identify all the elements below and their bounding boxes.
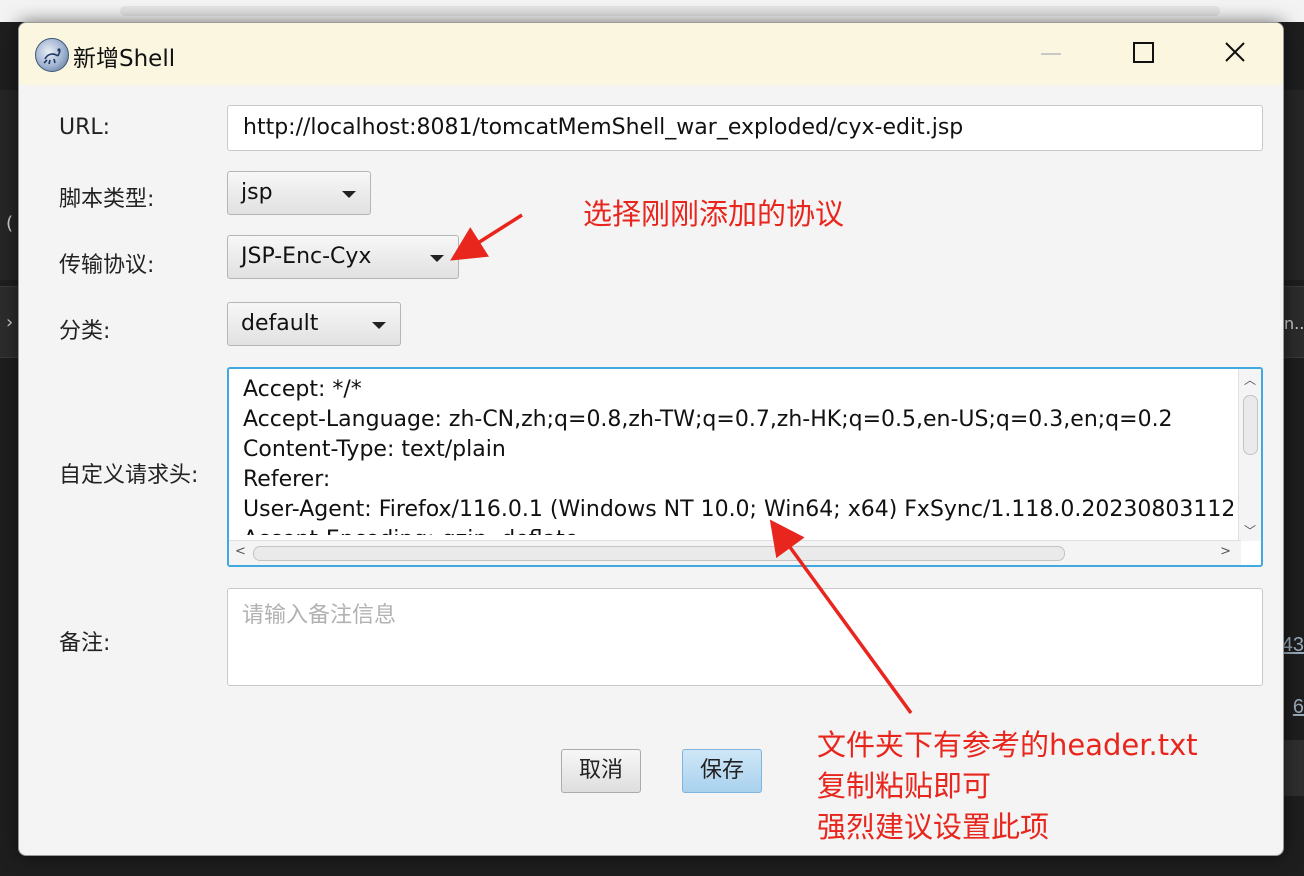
- horizontal-scrollbar[interactable]: < >: [229, 540, 1241, 565]
- header-line: Content-Type: text/plain: [243, 437, 506, 462]
- chevron-down-icon: [342, 191, 356, 198]
- chevron-down-icon: [372, 322, 386, 329]
- title-bar[interactable]: 新增Shell: [19, 23, 1283, 85]
- remark-textarea[interactable]: 请输入备注信息: [227, 588, 1263, 686]
- header-annotation-line: 强烈建议设置此项: [817, 810, 1050, 844]
- scroll-left-icon[interactable]: <: [235, 544, 246, 559]
- url-label: URL:: [59, 115, 111, 140]
- scroll-up-icon[interactable]: ︿: [1244, 371, 1256, 388]
- script-type-label: 脚本类型:: [59, 187, 155, 212]
- vertical-scrollbar[interactable]: ︿ ﹀: [1238, 369, 1261, 541]
- save-button[interactable]: 保存: [682, 749, 762, 793]
- header-annotation: 文件夹下有参考的header.txt 复制粘贴即可 强烈建议设置此项: [817, 725, 1198, 848]
- protocol-annotation: 选择刚刚添加的协议: [583, 197, 845, 231]
- minimize-button[interactable]: [1021, 23, 1081, 85]
- background-ellipsis-text: n...: [1284, 314, 1304, 333]
- script-type-value: jsp: [241, 180, 273, 205]
- header-line: Accept-Encoding: gzip, deflate: [243, 525, 1233, 535]
- remark-placeholder: 请输入备注信息: [242, 603, 397, 628]
- custom-headers-textarea[interactable]: Accept: */* Accept-Language: zh-CN,zh;q=…: [227, 367, 1263, 567]
- background-number-1: 43: [1281, 634, 1304, 656]
- headers-label: 自定义请求头:: [59, 463, 199, 488]
- close-icon: [1225, 42, 1245, 62]
- background-app-bar: [0, 0, 1304, 22]
- remark-label: 备注:: [59, 631, 111, 656]
- header-line: Accept: */*: [243, 377, 362, 402]
- header-annotation-line: 文件夹下有参考的header.txt: [817, 728, 1198, 762]
- dialog-title: 新增Shell: [73, 46, 176, 72]
- background-address-bar: [120, 6, 1220, 16]
- scorpion-app-icon: [35, 38, 69, 72]
- new-shell-dialog: 新增Shell URL: http://localhost:8081/tomca…: [18, 22, 1284, 856]
- header-annotation-line: 复制粘贴即可: [817, 769, 992, 803]
- protocol-arrow: [450, 213, 523, 261]
- maximize-button[interactable]: [1113, 23, 1173, 85]
- background-number-2: 6: [1292, 696, 1304, 718]
- cancel-button[interactable]: 取消: [561, 749, 641, 793]
- background-bracket: (: [6, 213, 14, 234]
- chevron-down-icon: [430, 255, 444, 262]
- protocol-value: JSP-Enc-Cyx: [241, 244, 372, 269]
- protocol-label: 传输协议:: [59, 253, 155, 278]
- category-select[interactable]: default: [227, 302, 401, 346]
- category-label: 分类:: [59, 319, 111, 344]
- close-button[interactable]: [1205, 23, 1265, 85]
- horizontal-scroll-thumb[interactable]: [253, 546, 1065, 561]
- header-line: Referer:: [243, 467, 331, 492]
- headers-content: Accept: */* Accept-Language: zh-CN,zh;q=…: [243, 375, 1233, 535]
- url-input[interactable]: http://localhost:8081/tomcatMemShell_war…: [227, 105, 1263, 151]
- header-line: User-Agent: Firefox/116.0.1 (Windows NT …: [243, 497, 1233, 522]
- url-input-value: http://localhost:8081/tomcatMemShell_war…: [243, 115, 964, 140]
- protocol-select[interactable]: JSP-Enc-Cyx: [227, 235, 459, 279]
- category-value: default: [241, 311, 319, 336]
- header-line: Accept-Language: zh-CN,zh;q=0.8,zh-TW;q=…: [243, 407, 1173, 432]
- vertical-scroll-thumb[interactable]: [1243, 395, 1258, 455]
- background-chevron-icon: ›: [6, 312, 14, 333]
- scroll-right-icon[interactable]: >: [1220, 544, 1231, 559]
- scroll-down-icon[interactable]: ﹀: [1244, 522, 1256, 539]
- script-type-select[interactable]: jsp: [227, 171, 371, 215]
- maximize-icon: [1133, 42, 1154, 63]
- minimize-icon: [1041, 53, 1061, 55]
